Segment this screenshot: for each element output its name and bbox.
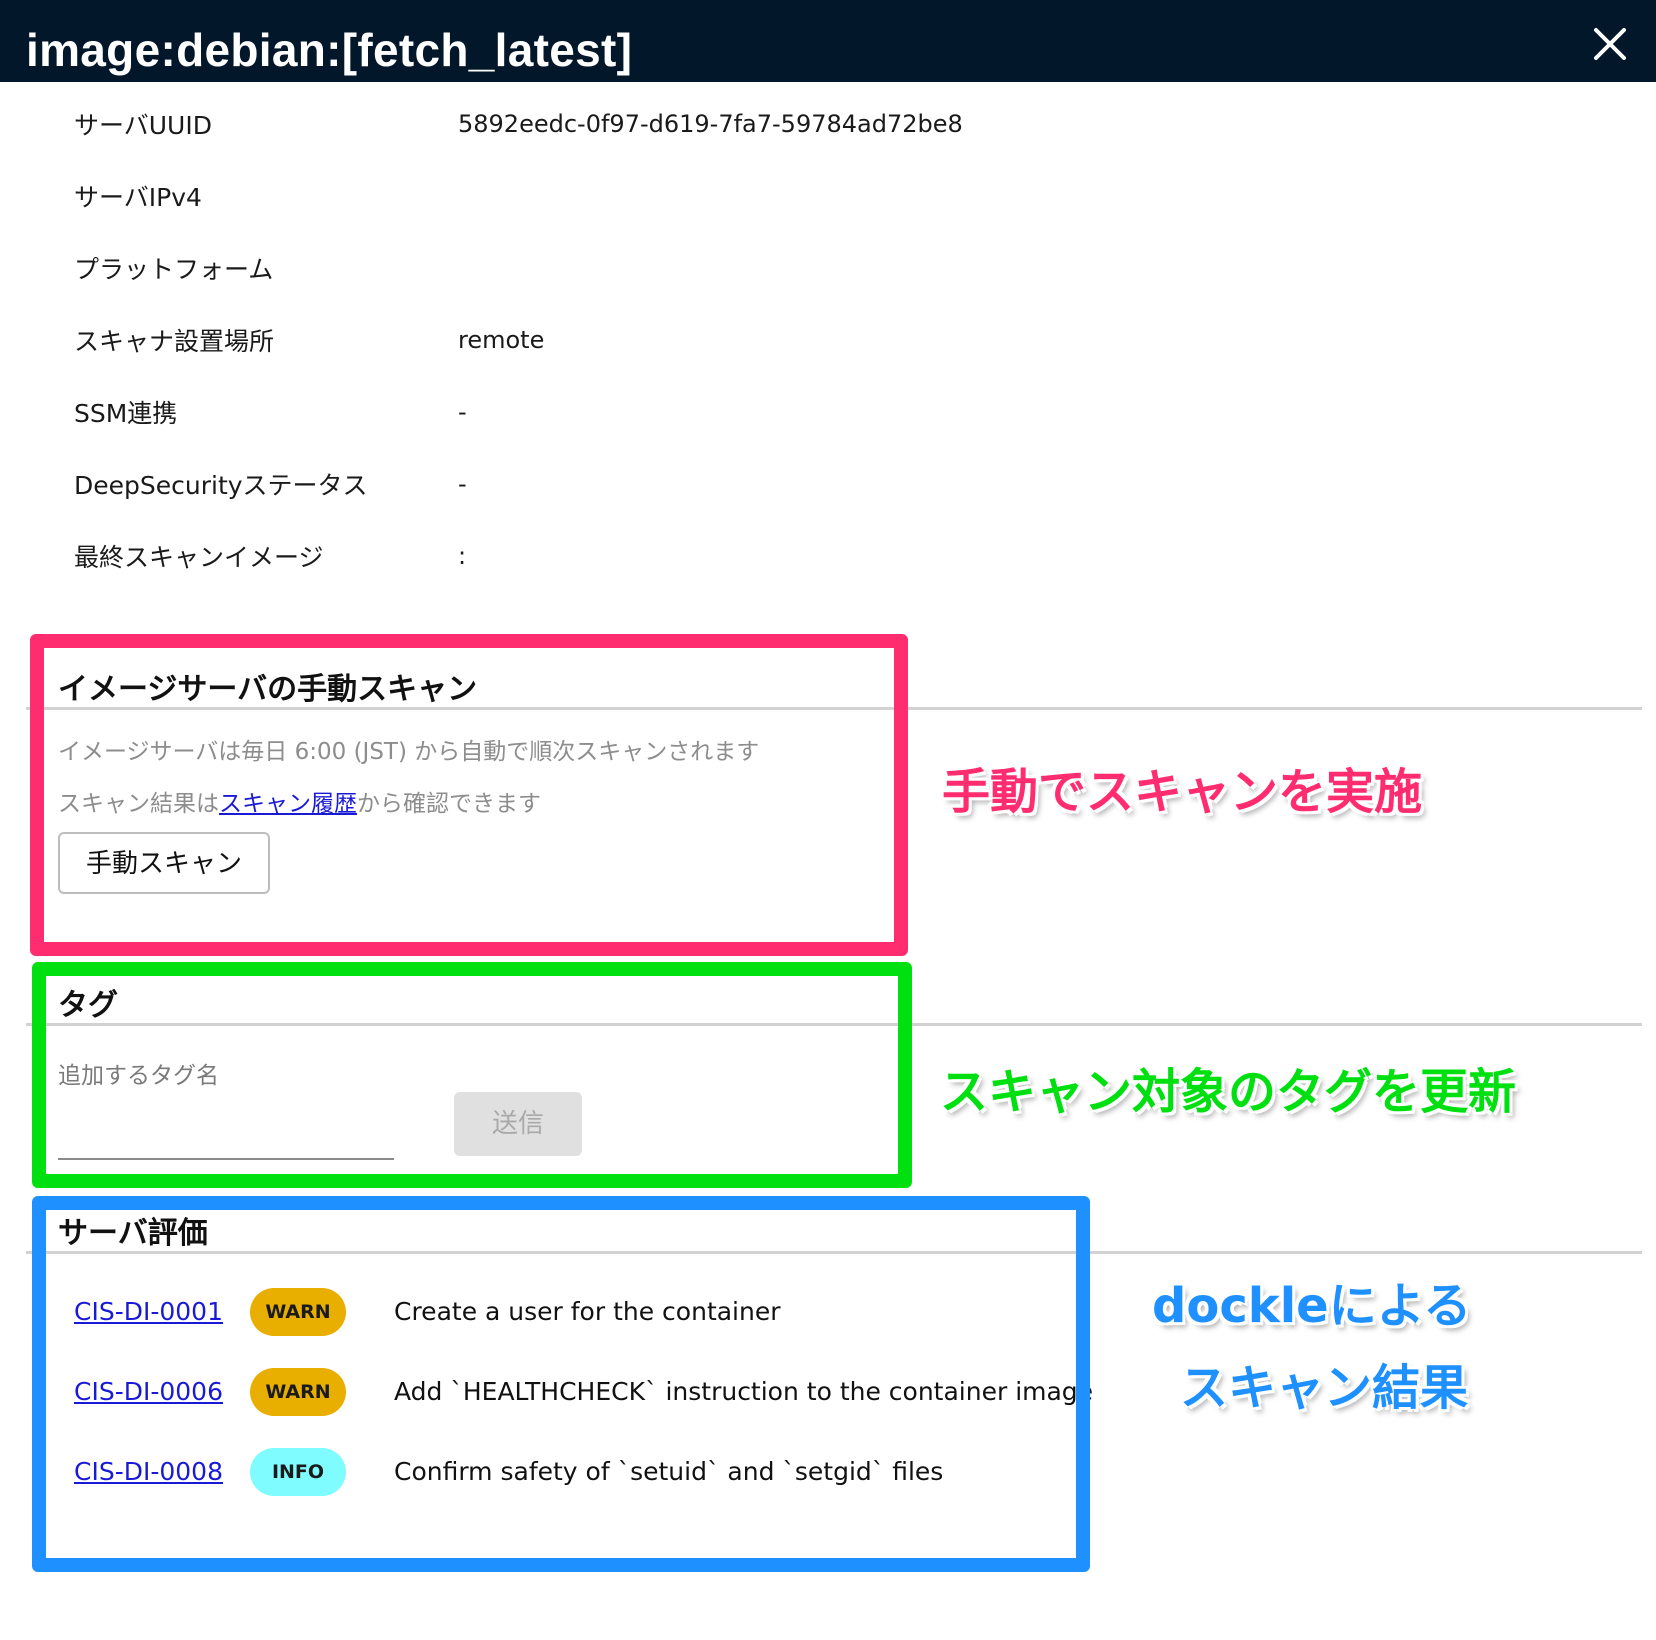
title-bar: image:debian:[fetch_latest] [0,0,1656,82]
annotation-box-evaluation [32,1196,1090,1572]
annotation-box-manual-scan [30,634,908,956]
annotation-manual-scan: 手動でスキャンを実施 [942,764,1423,820]
info-value: - [458,470,467,498]
annotation-evaluation-line1: dockleによる [1152,1278,1472,1334]
annotation-box-tags [32,962,912,1188]
info-label: サーバUUID [74,111,212,140]
annotation-tags: スキャン対象のタグを更新 [940,1064,1517,1120]
annotation-evaluation-line2: スキャン結果 [1180,1360,1469,1416]
window-title: image:debian:[fetch_latest] [26,24,633,76]
info-label: 最終スキャンイメージ [74,543,324,572]
info-label: サーバIPv4 [74,183,202,212]
info-value: 5892eedc-0f97-d619-7fa7-59784ad72be8 [458,110,963,138]
info-label: SSM連携 [74,399,178,428]
close-icon[interactable] [1588,22,1632,66]
info-value: : [458,542,467,570]
info-label: DeepSecurityステータス [74,471,368,500]
info-value: - [458,398,467,426]
info-label: プラットフォーム [74,255,274,284]
info-label: スキャナ設置場所 [74,327,275,356]
info-value: remote [458,326,545,354]
